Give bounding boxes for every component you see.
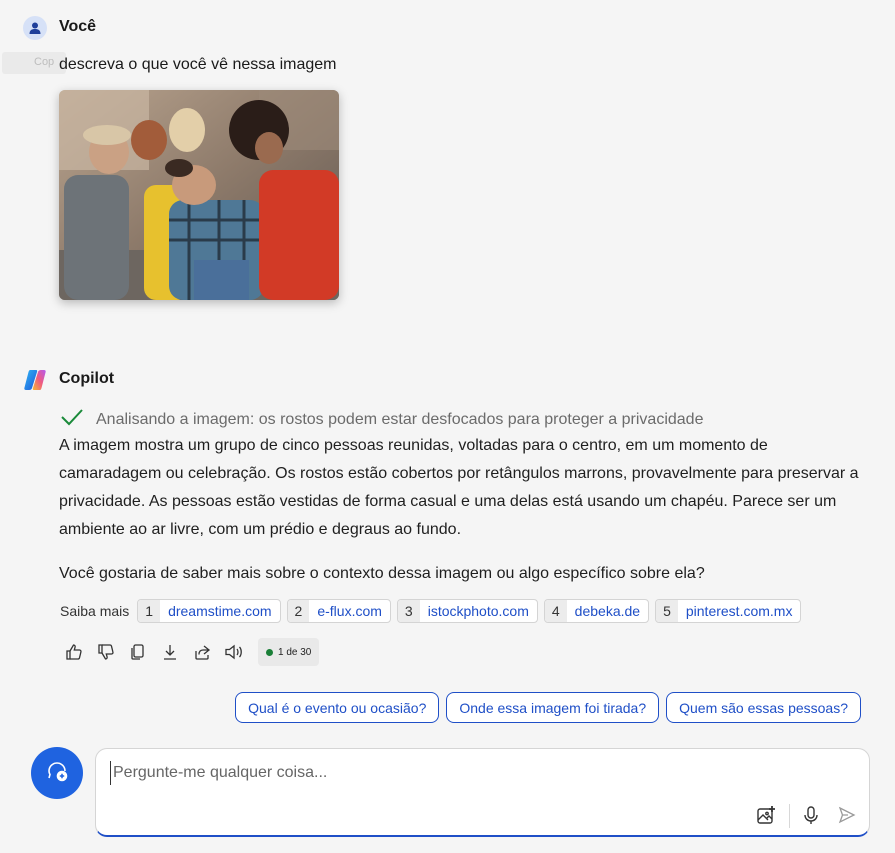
user-message: descreva o que você vê nessa imagem [59,56,337,73]
speaker-icon[interactable] [224,638,244,666]
source-link[interactable]: 4 debeka.de [543,599,650,623]
thumbs-down-icon[interactable] [96,638,116,666]
download-icon[interactable] [160,638,180,666]
counter-text: 1 de 30 [278,646,312,658]
message-actions: 1 de 30 [64,638,320,666]
user-name: Você [59,18,97,35]
answer-paragraph: Você gostaria de saber mais sobre o cont… [59,565,705,582]
new-chat-button[interactable] [31,747,83,799]
learn-more: Saiba mais 1 dreamstime.com 2 e-flux.com… [60,599,802,623]
analysis-text: Analisando a imagem: os rostos podem est… [96,410,704,428]
toolbar-divider [789,804,790,828]
source-link[interactable]: 2 e-flux.com [286,599,391,623]
suggestion-button[interactable]: Qual é o evento ou ocasião? [235,692,440,723]
source-name: debeka.de [574,603,641,619]
source-link[interactable]: 5 pinterest.com.mx [655,599,802,623]
suggestion-button[interactable]: Quem são essas pessoas? [666,692,861,723]
thumbs-up-icon[interactable] [64,638,84,666]
source-link[interactable]: 1 dreamstime.com [137,599,281,623]
source-name: pinterest.com.mx [685,603,793,619]
source-name: dreamstime.com [168,603,272,619]
person-icon [23,16,47,40]
learn-more-label: Saiba mais [60,603,130,619]
copilot-answer: A imagem mostra um grupo de cinco pessoa… [59,432,869,588]
prompt-input[interactable] [110,761,830,785]
composer [95,748,870,837]
new-chat-icon [45,759,69,788]
source-number: 5 [656,600,678,622]
response-counter: 1 de 30 [258,638,320,666]
answer-paragraph: A imagem mostra um grupo de cinco pessoa… [59,437,859,538]
check-icon [60,407,84,432]
ghost-chip: Cop [2,52,66,74]
source-number: 3 [397,600,420,622]
source-number: 1 [138,600,161,622]
add-image-icon[interactable] [755,804,777,826]
source-number: 4 [544,600,567,622]
source-name: e-flux.com [317,603,382,619]
uploaded-photo[interactable] [59,90,339,300]
source-name: istockphoto.com [427,603,529,619]
suggestion-button[interactable]: Onde essa imagem foi tirada? [446,692,660,723]
analysis-status: Analisando a imagem: os rostos podem est… [60,407,703,432]
send-icon[interactable] [836,804,858,826]
microphone-icon[interactable] [800,804,822,826]
source-link[interactable]: 3 istockphoto.com [396,599,538,623]
share-icon[interactable] [192,638,212,666]
copy-icon[interactable] [128,638,148,666]
source-number: 2 [287,600,310,622]
copilot-logo-icon [22,367,48,393]
suggestions: Qual é o evento ou ocasião? Onde essa im… [235,692,861,723]
status-dot [266,648,273,656]
copilot-name: Copilot [59,370,115,387]
